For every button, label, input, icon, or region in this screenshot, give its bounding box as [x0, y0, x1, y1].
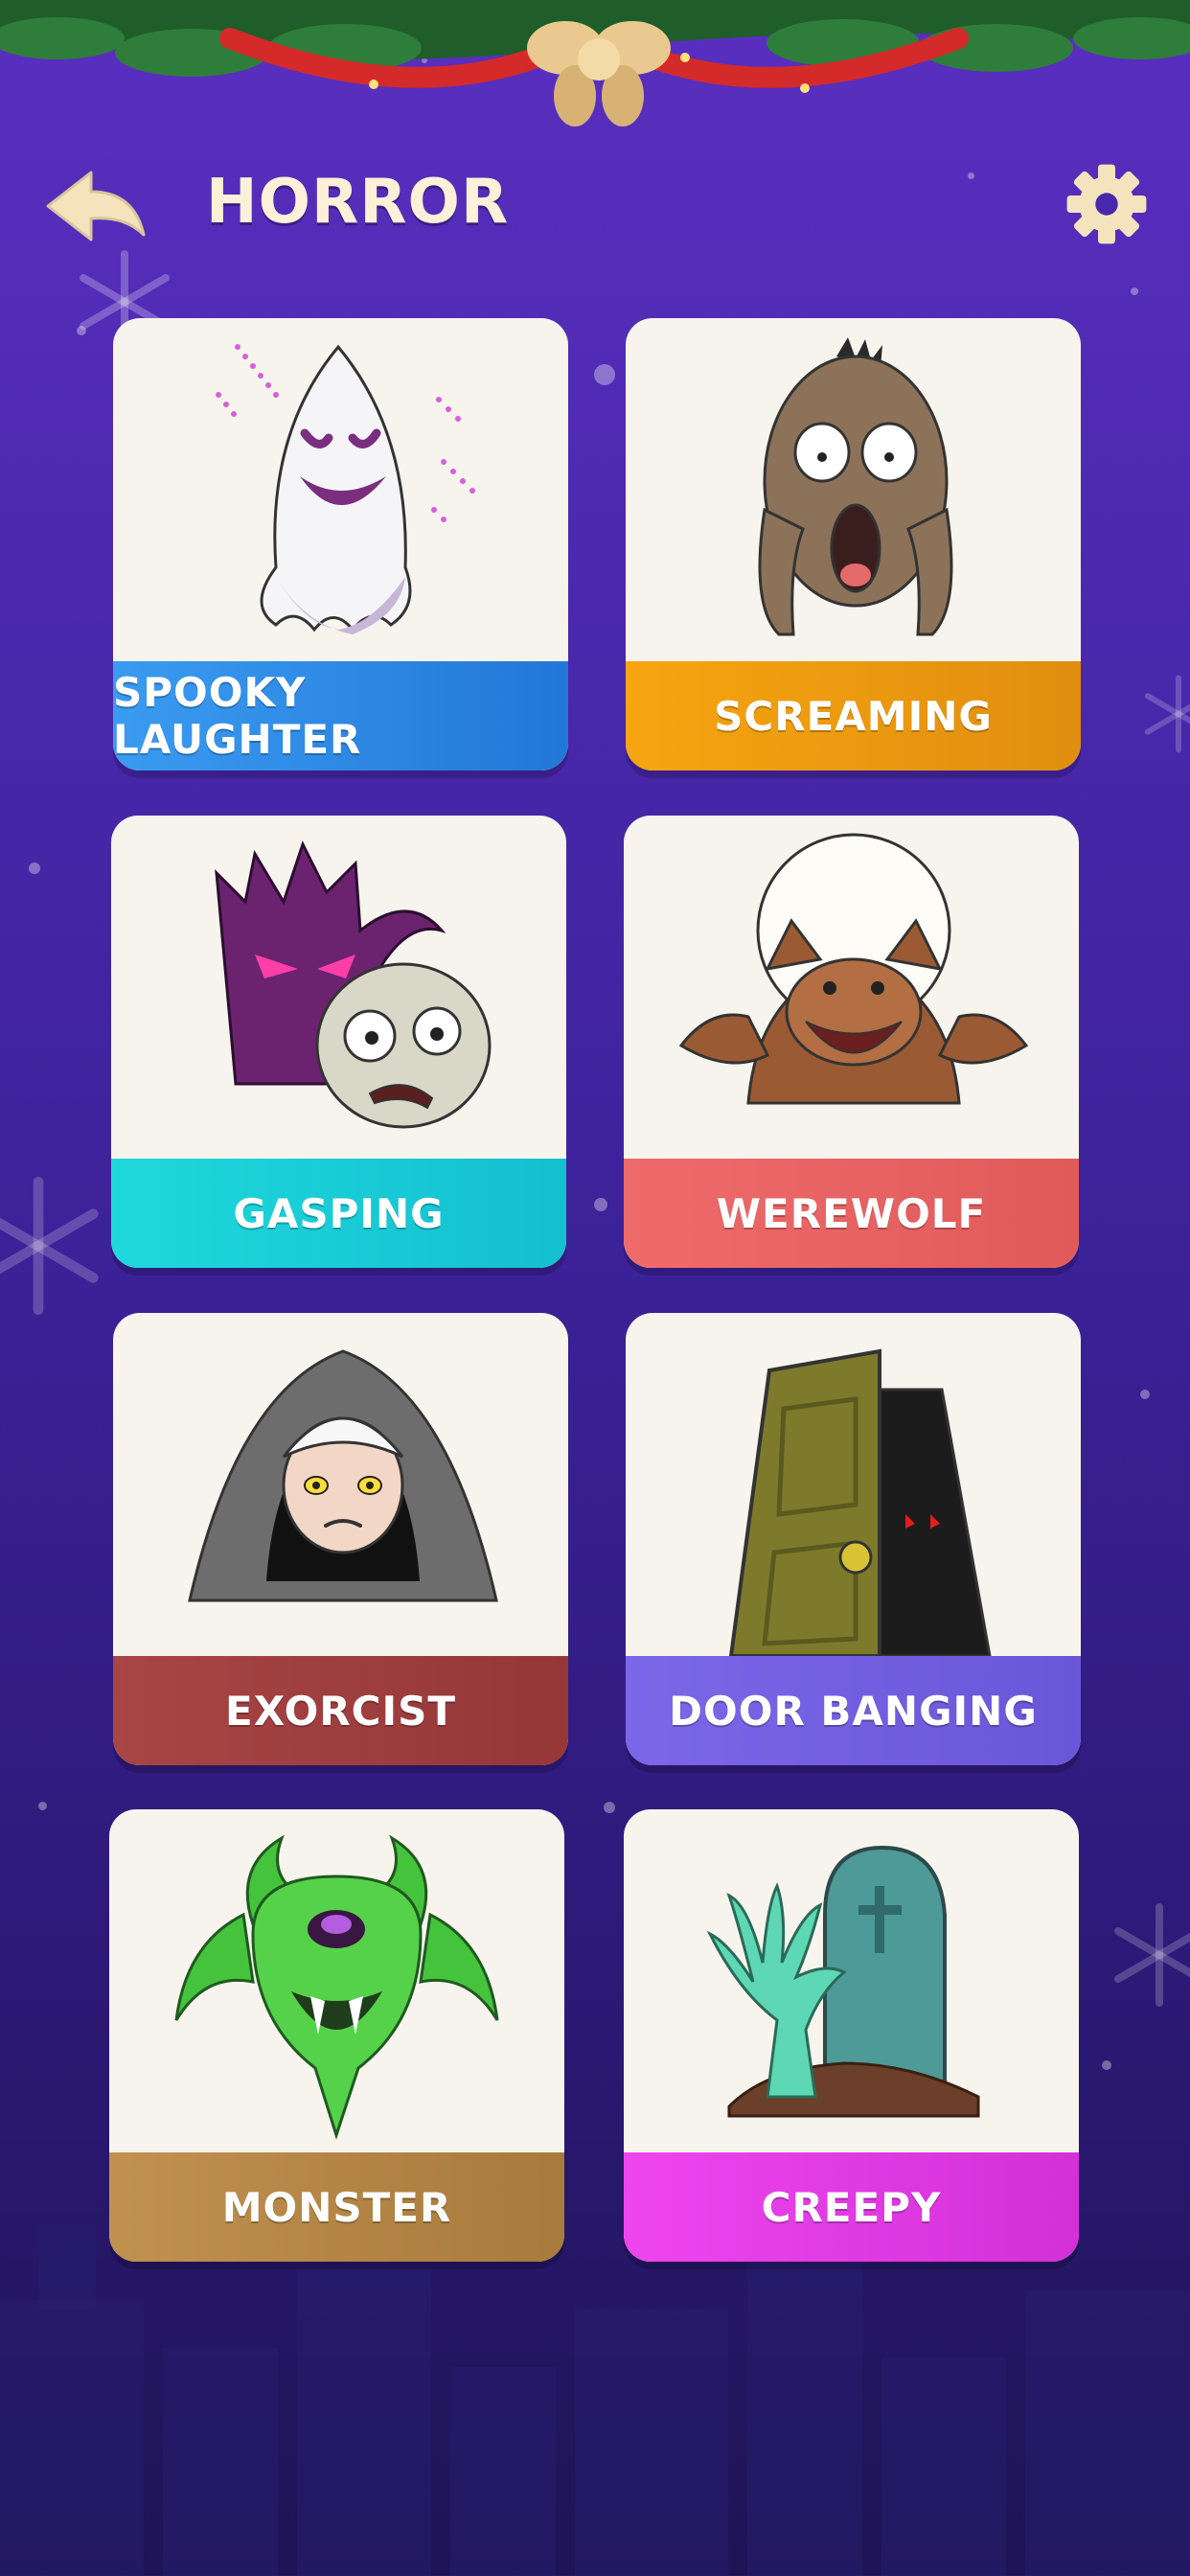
gasping-zombie-icon: [215, 840, 492, 1129]
category-label: GASPING: [111, 1159, 566, 1268]
category-label: MONSTER: [109, 2152, 564, 2262]
screaming-face-icon: [758, 337, 953, 636]
category-card-spooky-laughter[interactable]: SPOOKY LAUGHTER: [113, 318, 568, 770]
category-card-monster[interactable]: MONSTER: [109, 1809, 564, 2262]
door-icon: [728, 1348, 992, 1656]
ghost-icon: [216, 344, 475, 634]
category-label: WEREWOLF: [624, 1159, 1079, 1268]
nun-icon: [188, 1349, 498, 1602]
category-card-door-banging[interactable]: DOOR BANGING: [626, 1313, 1081, 1765]
zombie-hand-grave-icon: [706, 1845, 980, 2118]
category-label: CREEPY: [624, 2152, 1079, 2262]
category-card-creepy[interactable]: CREEPY: [624, 1809, 1079, 2262]
werewolf-icon: [678, 833, 1029, 1105]
category-card-exorcist[interactable]: EXORCIST: [113, 1313, 568, 1765]
category-label: SPOOKY LAUGHTER: [113, 661, 568, 770]
category-label: EXORCIST: [113, 1656, 568, 1765]
monster-icon: [174, 1834, 499, 2140]
category-card-werewolf[interactable]: WEREWOLF: [624, 816, 1079, 1268]
category-card-screaming[interactable]: SCREAMING: [626, 318, 1081, 770]
category-label: DOOR BANGING: [626, 1656, 1081, 1765]
category-label: SCREAMING: [626, 661, 1081, 770]
category-card-gasping[interactable]: GASPING: [111, 816, 566, 1268]
